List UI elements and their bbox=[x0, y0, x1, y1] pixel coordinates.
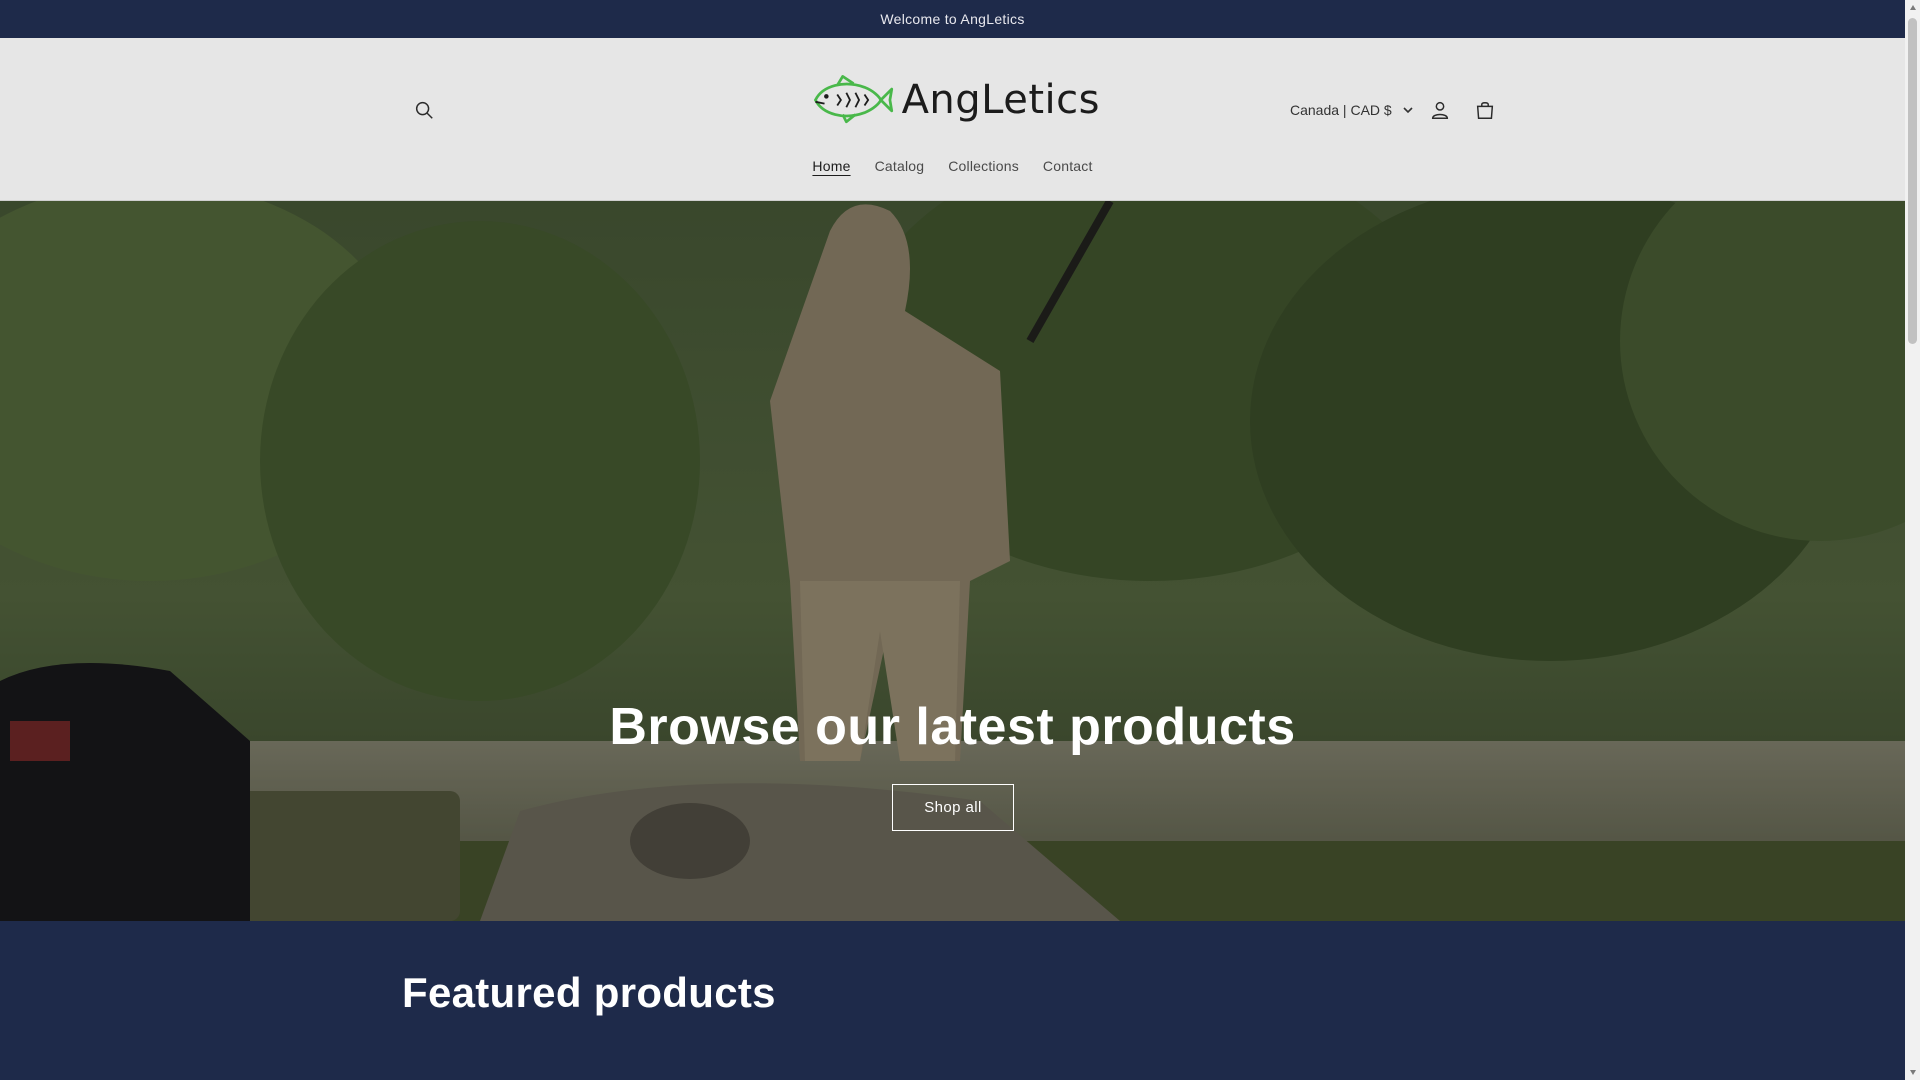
main-nav: Home Catalog Collections Contact bbox=[0, 150, 1905, 186]
scrollbar-thumb[interactable] bbox=[1908, 18, 1917, 344]
scroll-down-button[interactable] bbox=[1905, 1064, 1920, 1080]
shop-all-button[interactable]: Shop all bbox=[892, 784, 1014, 831]
announcement-bar: Welcome to AngLetics bbox=[0, 0, 1905, 38]
nav-collections[interactable]: Collections bbox=[936, 150, 1031, 186]
nav-contact[interactable]: Contact bbox=[1031, 150, 1105, 186]
storefront-page: Welcome to AngLetics AngLetics Canada | … bbox=[0, 0, 1905, 1080]
triangle-down-icon bbox=[1909, 1070, 1916, 1075]
user-icon bbox=[1431, 101, 1449, 119]
featured-title: Featured products bbox=[402, 969, 776, 1016]
shopping-bag-icon bbox=[1476, 102, 1494, 119]
search-button[interactable] bbox=[404, 90, 444, 130]
country-selector[interactable]: Canada | CAD $ bbox=[1290, 90, 1414, 130]
triangle-up-icon bbox=[1909, 5, 1916, 10]
cart-button[interactable] bbox=[1465, 90, 1505, 130]
site-logo[interactable]: AngLetics bbox=[810, 60, 1100, 140]
hero-banner: Browse our latest products Shop all bbox=[0, 201, 1905, 921]
chevron-down-icon bbox=[1403, 107, 1413, 114]
announcement-text: Welcome to AngLetics bbox=[880, 11, 1025, 27]
nav-catalog[interactable]: Catalog bbox=[863, 150, 937, 186]
search-icon bbox=[415, 101, 433, 119]
account-button[interactable] bbox=[1420, 90, 1460, 130]
country-selector-label: Canada | CAD $ bbox=[1290, 102, 1392, 118]
scroll-up-button[interactable] bbox=[1905, 0, 1920, 16]
fish-logo-icon bbox=[813, 75, 894, 124]
hero-title: Browse our latest products bbox=[609, 698, 1296, 756]
site-header: AngLetics Canada | CAD $ Home Catalog Co… bbox=[0, 38, 1905, 201]
logo-text: AngLetics bbox=[901, 77, 1100, 123]
nav-home[interactable]: Home bbox=[800, 150, 862, 186]
featured-products-section: Featured products bbox=[0, 921, 1905, 1080]
